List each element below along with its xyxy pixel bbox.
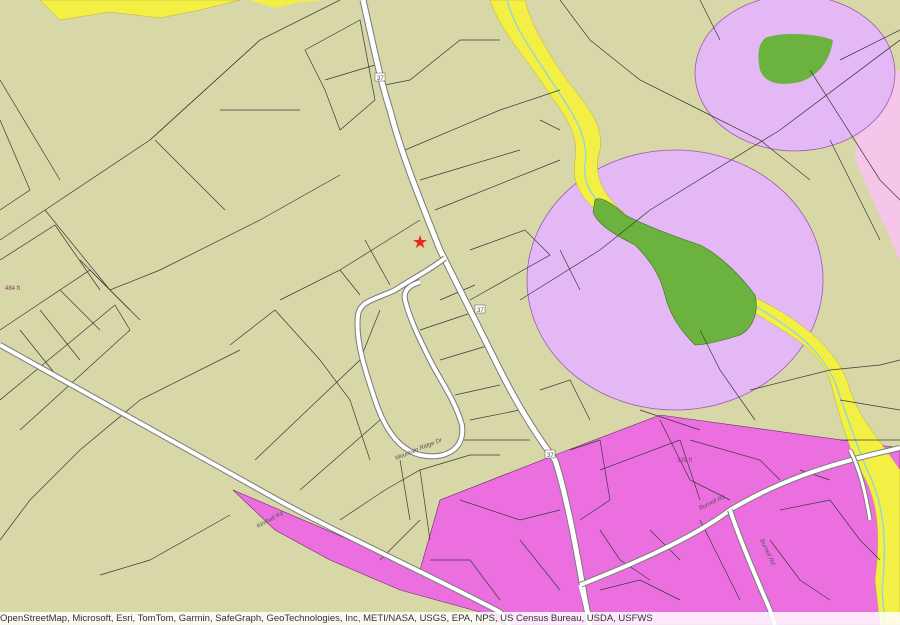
route-shield-north: 37 [374,72,386,82]
map-view[interactable]: 37 37 37 Kimball Rd Mountain Ridge Dr Bu… [0,0,900,625]
svg-text:37: 37 [547,453,554,459]
elevation-label-right: 339 ft [677,458,692,464]
route-shield-middle: 37 [474,304,486,314]
svg-text:37: 37 [377,76,384,82]
map-canvas[interactable]: 37 37 37 Kimball Rd Mountain Ridge Dr Bu… [0,0,900,625]
location-star-icon[interactable]: ★ [412,232,428,253]
svg-text:37: 37 [477,308,484,314]
elevation-label-left: 484 ft [5,286,20,292]
map-attribution: OpenStreetMap, Microsoft, Esri, TomTom, … [0,612,900,625]
route-shield-south: 37 [544,449,556,459]
